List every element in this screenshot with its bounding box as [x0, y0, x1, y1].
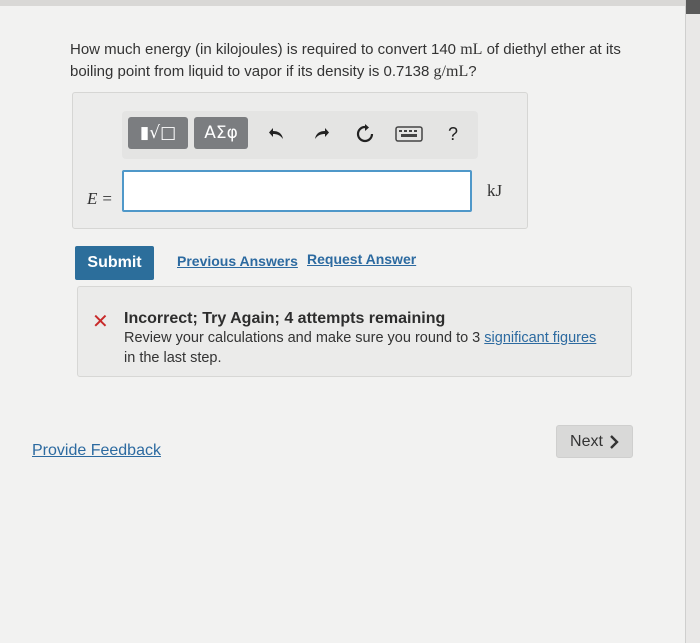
answer-unit: kJ: [487, 181, 503, 200]
answer-variable-label: E =: [87, 189, 112, 209]
submit-button[interactable]: Submit: [75, 246, 154, 280]
equals-sign: =: [102, 189, 112, 208]
template-button[interactable]: ▮√□: [128, 117, 188, 149]
previous-answers-link[interactable]: Previous Answers: [177, 253, 298, 269]
feedback-message: Review your calculations and make sure y…: [124, 328, 619, 368]
redo-icon[interactable]: [308, 121, 334, 147]
help-icon[interactable]: ?: [440, 121, 466, 147]
error-x-icon: ✕: [92, 309, 109, 333]
symbols-label: ΑΣφ: [204, 123, 238, 143]
top-partial-header: [0, 0, 700, 6]
reset-icon[interactable]: [352, 121, 378, 147]
significant-figures-link[interactable]: significant figures: [484, 330, 596, 346]
question-part-a: How much energy (in kilojoules) is requi…: [70, 41, 457, 58]
next-button[interactable]: Next: [556, 425, 633, 458]
question-part-c: boiling point from liquid to vapor if it…: [70, 63, 430, 80]
unit-ml: mL: [460, 41, 483, 58]
request-answer-link[interactable]: Request Answer: [307, 251, 416, 267]
question-end: ?: [468, 63, 477, 80]
unit-density: g/mL: [433, 63, 469, 80]
template-icon: ▮√□: [139, 123, 177, 143]
feedback-title: Incorrect; Try Again; 4 attempts remaini…: [124, 310, 446, 327]
symbols-button[interactable]: ΑΣφ: [194, 117, 248, 149]
question-text: How much energy (in kilojoules) is requi…: [70, 39, 640, 83]
feedback-line1: Review your calculations and make sure y…: [124, 330, 481, 346]
keyboard-icon[interactable]: [394, 121, 424, 147]
undo-icon[interactable]: [264, 121, 290, 147]
provide-feedback-link[interactable]: Provide Feedback: [32, 442, 161, 460]
adjacent-window-edge: [685, 0, 700, 643]
answer-input[interactable]: [122, 170, 472, 212]
edge-corner: [686, 0, 700, 14]
help-label: ?: [447, 123, 458, 144]
variable-e: E: [87, 189, 98, 208]
chevron-right-icon: [610, 434, 619, 449]
next-label: Next: [570, 432, 603, 450]
question-part-b: of diethyl ether at its: [486, 41, 621, 58]
feedback-line2: in the last step.: [124, 350, 222, 366]
math-toolbar: ▮√□ ΑΣφ ?: [122, 111, 478, 159]
